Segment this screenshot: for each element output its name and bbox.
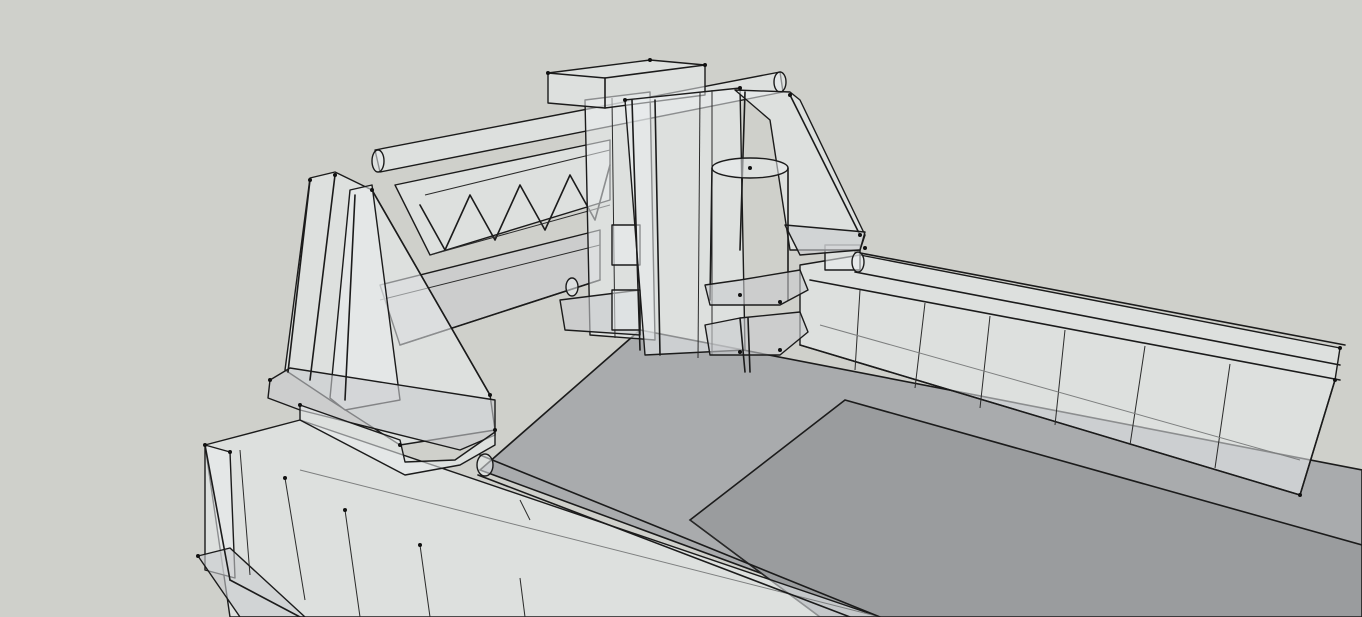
3d-model-viewport[interactable]: [0, 0, 1362, 617]
